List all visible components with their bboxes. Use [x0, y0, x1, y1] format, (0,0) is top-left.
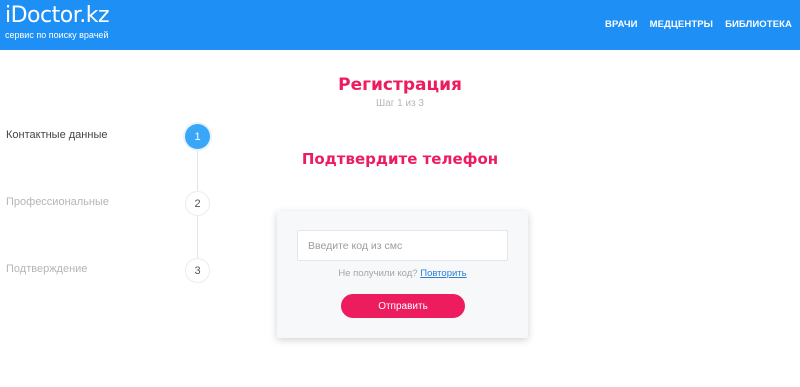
- confirm-phone-title: Подтвердите телефон: [301, 150, 499, 168]
- nav-doctors[interactable]: ВРАЧИ: [605, 19, 638, 30]
- page-title: Регистрация: [338, 75, 462, 95]
- nav-library[interactable]: БИБЛИОТЕКА: [725, 19, 792, 30]
- top-header: iDoctor.kz сервис по поиску врачей ВРАЧИ…: [0, 0, 800, 50]
- step-circle-2: 2: [185, 191, 210, 216]
- submit-button[interactable]: Отправить: [341, 294, 465, 318]
- sms-confirm-card: Не получили код? Повторить Отправить: [277, 211, 528, 338]
- step-counter: Шаг 1 из 3: [375, 98, 424, 109]
- step-circle-3: 3: [185, 258, 210, 283]
- logo-name: iDoctor.kz: [5, 3, 110, 28]
- resend-text: Не получили код?: [338, 268, 418, 279]
- site-logo[interactable]: iDoctor.kz сервис по поиску врачей: [5, 3, 110, 41]
- step-label-professional: Профессиональные: [6, 196, 110, 208]
- main-nav: ВРАЧИ МЕДЦЕНТРЫ БИБЛИОТЕКА: [605, 19, 792, 30]
- resend-link[interactable]: Повторить: [420, 268, 466, 279]
- step-label-confirmation: Подтверждение: [6, 263, 88, 275]
- resend-row: Не получили код? Повторить: [277, 268, 528, 279]
- sms-code-input[interactable]: [297, 230, 508, 261]
- step-label-contacts: Контактные данные: [6, 129, 108, 141]
- nav-medcenters[interactable]: МЕДЦЕНТРЫ: [650, 19, 714, 30]
- logo-tagline: сервис по поиску врачей: [5, 30, 109, 40]
- step-circle-1: 1: [185, 124, 210, 149]
